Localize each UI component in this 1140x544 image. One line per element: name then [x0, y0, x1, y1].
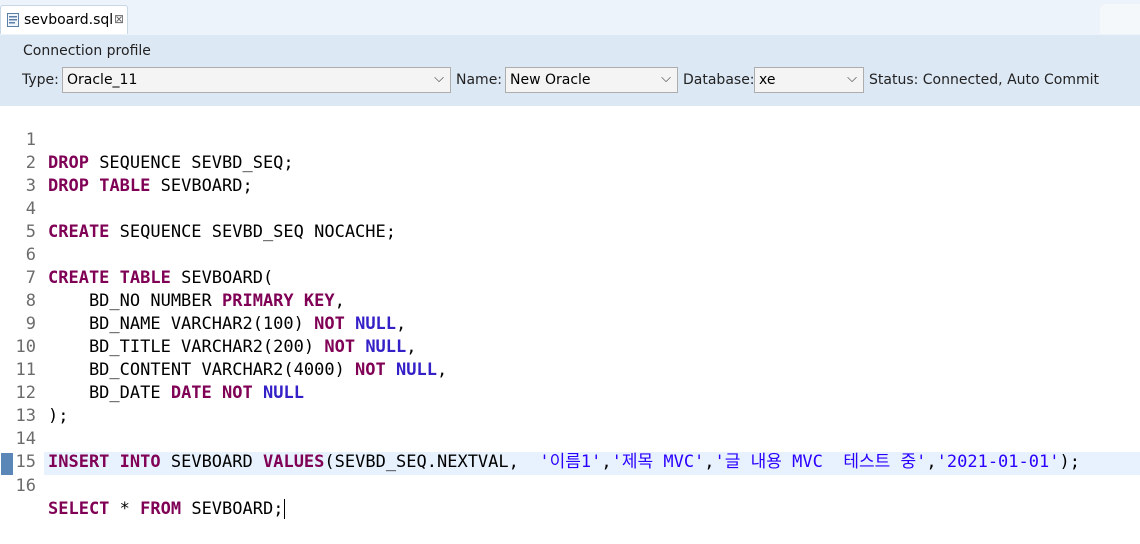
- code-line: 5: [0, 198, 1140, 242]
- code-line: 7 BD_NO NUMBER PRIMARY KEY,: [0, 244, 1140, 311]
- sql-file-icon: [7, 13, 19, 27]
- connection-profile-panel: Connection profile Type: Oracle_11 ⌵ Nam…: [0, 35, 1140, 106]
- tabstrip-corner: [1100, 4, 1140, 34]
- editor-tab-strip: sevboard.sql ⊠: [0, 0, 1140, 36]
- code-line: 15: [0, 428, 1140, 472]
- code-line: 13: [0, 382, 1140, 426]
- database-select[interactable]: xe ⌵: [754, 67, 864, 93]
- code-token: SEVBOARD;: [181, 499, 284, 519]
- close-icon[interactable]: ⊠: [114, 12, 124, 26]
- database-select-value: xe: [759, 72, 776, 88]
- keyword: FROM: [140, 499, 182, 519]
- tab-label: sevboard.sql: [24, 12, 114, 28]
- name-select-value: New Oracle: [510, 72, 591, 88]
- code-text[interactable]: SELECT * FROM SEVBOARD;: [48, 498, 286, 521]
- code-line: 14 INSERT INTO SEVBOARD VALUES(SEVBD_SEQ…: [0, 405, 1140, 472]
- chevron-down-icon: ⌵: [661, 71, 671, 86]
- code-line: 10 BD_CONTENT VARCHAR2(4000) NOT NULL,: [0, 313, 1140, 380]
- line-number: 16: [15, 476, 36, 496]
- connection-status: Status: Connected, Auto Commit: [869, 72, 1100, 88]
- sql-editor[interactable]: 1 DROP SEQUENCE SEVBD_SEQ; 2 DROP TABLE …: [0, 106, 1140, 519]
- code-line: 8 BD_NAME VARCHAR2(100) NOT NULL,: [0, 267, 1140, 334]
- code-token: *: [109, 499, 141, 519]
- connection-profile-title: Connection profile: [23, 43, 151, 59]
- name-select[interactable]: New Oracle ⌵: [505, 67, 678, 93]
- code-line: 12 );: [0, 359, 1140, 426]
- code-line: 1 DROP SEQUENCE SEVBD_SEQ;: [0, 106, 1140, 173]
- text-caret: [284, 499, 286, 519]
- keyword: SELECT: [48, 499, 110, 519]
- chevron-down-icon: ⌵: [434, 71, 444, 86]
- tab-sevboard-sql[interactable]: sevboard.sql ⊠: [0, 5, 128, 34]
- chevron-down-icon: ⌵: [847, 71, 857, 86]
- database-label: Database:: [683, 72, 755, 88]
- name-label: Name:: [456, 72, 503, 88]
- type-select[interactable]: Oracle_11 ⌵: [62, 67, 451, 93]
- type-label: Type:: [22, 72, 59, 88]
- code-line: 16 SELECT * FROM SEVBOARD;: [0, 452, 1140, 519]
- code-line: 4 CREATE SEQUENCE SEVBD_SEQ NOCACHE;: [0, 175, 1140, 242]
- code-line: 6 CREATE TABLE SEVBOARD(: [0, 221, 1140, 288]
- code-line: 9 BD_TITLE VARCHAR2(200) NOT NULL,: [0, 290, 1140, 357]
- type-select-value: Oracle_11: [67, 72, 138, 88]
- code-line: 11 BD_DATE DATE NOT NULL: [0, 336, 1140, 403]
- code-line: 2 DROP TABLE SEVBOARD;: [0, 129, 1140, 196]
- code-line: 3: [0, 152, 1140, 196]
